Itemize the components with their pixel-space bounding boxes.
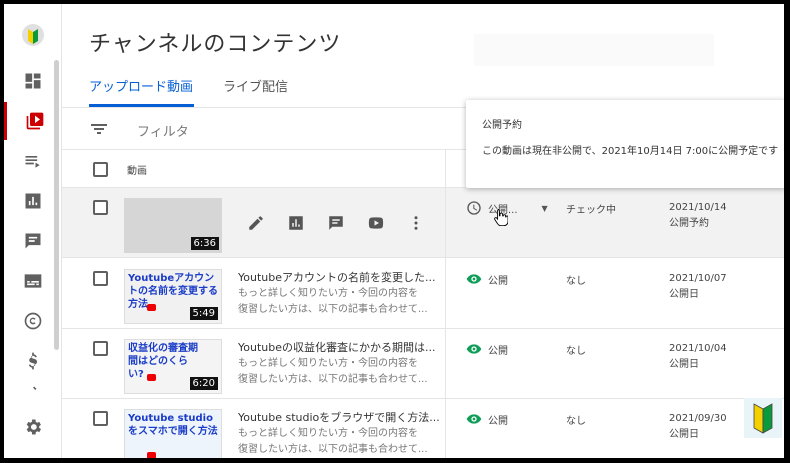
search-area[interactable] bbox=[474, 34, 714, 66]
table-row[interactable]: 収益化の審査期間はどのくらい? 6:20 Youtubeの収益化審査にかかる期間… bbox=[62, 329, 784, 399]
description-line: 復習したい方は、以下の記事も合わせて... bbox=[238, 444, 428, 455]
filter-input-label[interactable]: フィルタ bbox=[137, 121, 189, 140]
video-title[interactable]: Youtube studioをブラウザで開く方法... bbox=[238, 409, 440, 425]
video-thumbnail[interactable]: Youtube studioをスマホで開く方法 bbox=[124, 409, 222, 458]
table-row[interactable]: Youtube studioをスマホで開く方法 Youtube studioをブ… bbox=[62, 399, 784, 458]
playlist-icon bbox=[25, 156, 40, 168]
visibility-label: 公開 bbox=[488, 275, 508, 287]
video-thumbnail[interactable]: 収益化の審査期間はどのくらい? 6:20 bbox=[124, 339, 222, 394]
select-all-checkbox[interactable] bbox=[93, 162, 108, 177]
analytics-icon bbox=[25, 193, 41, 209]
filter-icon[interactable] bbox=[90, 121, 108, 137]
date-cell: 2021/10/04 公開日 bbox=[669, 341, 727, 373]
table-row[interactable]: Youtubeアカウントの名前を変更する方法 5:49 Youtubeアカウント… bbox=[62, 259, 784, 329]
description-line: もっと詳しく知りたい方・今回の内容を bbox=[238, 428, 418, 439]
video-title[interactable]: Youtubeの収益化審査にかかる期間は... bbox=[238, 339, 435, 355]
rail-scrollbar[interactable] bbox=[54, 60, 59, 350]
youtube-view-button[interactable] bbox=[367, 214, 385, 232]
duration-badge: 6:36 bbox=[190, 237, 219, 250]
more-vert-icon bbox=[414, 216, 418, 230]
date-cell: 2021/10/14 公開予約 bbox=[669, 200, 727, 232]
monetization-icon bbox=[29, 352, 37, 370]
tab-live[interactable]: ライブ配信 bbox=[223, 76, 288, 95]
analytics-button[interactable] bbox=[287, 214, 305, 232]
content-icon bbox=[26, 112, 43, 130]
restriction-status: なし bbox=[566, 346, 586, 357]
comments-icon bbox=[25, 233, 41, 249]
date-value: 2021/10/04 bbox=[669, 343, 727, 354]
tab-uploads[interactable]: アップロード動画 bbox=[89, 76, 194, 107]
visibility-label: 公開 bbox=[488, 345, 508, 357]
description-line: 復習したい方は、以下の記事も合わせて... bbox=[238, 374, 428, 385]
date-value: 2021/10/14 bbox=[669, 202, 727, 213]
date-label: 公開日 bbox=[669, 429, 699, 440]
description-line: もっと詳しく知りたい方・今回の内容を bbox=[238, 358, 418, 369]
channel-avatar[interactable] bbox=[4, 16, 62, 54]
date-value: 2021/09/30 bbox=[669, 413, 727, 424]
restriction-status: なし bbox=[566, 416, 586, 427]
row-checkbox[interactable] bbox=[93, 271, 108, 286]
visibility-dropdown[interactable]: 公開 bbox=[466, 411, 508, 427]
more-options-button[interactable] bbox=[407, 214, 425, 232]
tooltip-body: この動画は現在非公開で、2021年10月14日 7:00に公開予定です bbox=[482, 146, 779, 157]
youtube-play-icon bbox=[368, 217, 384, 229]
rail-customization[interactable] bbox=[4, 378, 62, 402]
column-video-header: 動画 bbox=[127, 166, 147, 177]
video-description: もっと詳しく知りたい方・今回の内容を 復習したい方は、以下の記事も合わせて... bbox=[238, 426, 428, 458]
rail-settings[interactable] bbox=[4, 408, 62, 446]
row-checkbox[interactable] bbox=[93, 341, 108, 356]
video-title[interactable]: Youtubeアカウントの名前を変更した... bbox=[238, 269, 435, 285]
visibility-dropdown[interactable]: 公開 bbox=[466, 271, 508, 287]
date-label: 公開日 bbox=[669, 359, 699, 370]
beginner-mark-icon bbox=[753, 403, 773, 434]
row-checkbox[interactable] bbox=[93, 411, 108, 426]
comments-icon bbox=[329, 216, 343, 230]
dashboard-icon bbox=[25, 73, 41, 89]
schedule-tooltip: 公開予約 この動画は現在非公開で、2021年10月14日 7:00に公開予定です bbox=[466, 100, 784, 188]
date-cell: 2021/10/07 公開日 bbox=[669, 271, 727, 303]
duration-badge: 5:49 bbox=[189, 307, 218, 320]
restriction-status: チェック中 bbox=[566, 205, 616, 216]
row-checkbox[interactable] bbox=[93, 200, 108, 215]
page-title: チャンネルのコンテンツ bbox=[89, 32, 342, 57]
duration-badge: 6:20 bbox=[189, 377, 218, 390]
left-rail bbox=[4, 4, 62, 458]
table-row[interactable]: 6:36 公開... ▼ チェック中 2021/10/14 公開予約 bbox=[62, 188, 784, 258]
visibility-dropdown[interactable]: 公開 bbox=[466, 341, 508, 357]
customization-icon bbox=[28, 386, 37, 395]
thumbnail-text: Youtube studioをスマホで開く方法 bbox=[128, 413, 218, 437]
beginner-mark-icon bbox=[22, 24, 44, 46]
date-label: 公開日 bbox=[669, 289, 699, 300]
tooltip-title: 公開予約 bbox=[482, 120, 522, 131]
analytics-icon bbox=[289, 216, 303, 230]
studio-window: チャンネルのコンテンツ アップロード動画 ライブ配信 フィルタ 動画 6:36 bbox=[4, 4, 784, 458]
pencil-icon bbox=[249, 216, 263, 230]
date-label: 公開予約 bbox=[669, 218, 709, 229]
eye-icon bbox=[466, 414, 482, 424]
clock-icon bbox=[467, 201, 481, 215]
date-cell: 2021/09/30 公開日 bbox=[669, 411, 727, 443]
video-description: もっと詳しく知りたい方・今回の内容を 復習したい方は、以下の記事も合わせて... bbox=[238, 356, 428, 388]
description-line: もっと詳しく知りたい方・今回の内容を bbox=[238, 288, 418, 299]
eye-icon bbox=[466, 344, 482, 354]
gear-icon bbox=[26, 419, 41, 435]
description-line: 復習したい方は、以下の記事も合わせて... bbox=[238, 304, 428, 315]
video-thumbnail[interactable]: Youtubeアカウントの名前を変更する方法 5:49 bbox=[124, 269, 222, 324]
visibility-label: 公開 bbox=[488, 415, 508, 427]
edit-button[interactable] bbox=[247, 214, 265, 232]
eye-icon bbox=[466, 274, 482, 284]
chevron-down-icon: ▼ bbox=[541, 203, 548, 213]
comments-button[interactable] bbox=[327, 214, 345, 232]
cursor-hand-icon bbox=[494, 209, 508, 226]
subtitles-icon bbox=[24, 274, 42, 288]
youtube-logo-icon bbox=[147, 451, 197, 458]
video-thumbnail[interactable]: 6:36 bbox=[124, 198, 222, 253]
copyright-icon bbox=[24, 312, 42, 330]
video-description: もっと詳しく知りたい方・今回の内容を 復習したい方は、以下の記事も合わせて... bbox=[238, 286, 428, 318]
column-divider bbox=[445, 150, 446, 458]
restriction-status: なし bbox=[566, 276, 586, 287]
date-value: 2021/10/07 bbox=[669, 273, 727, 284]
beginner-mark-logo bbox=[744, 398, 782, 438]
